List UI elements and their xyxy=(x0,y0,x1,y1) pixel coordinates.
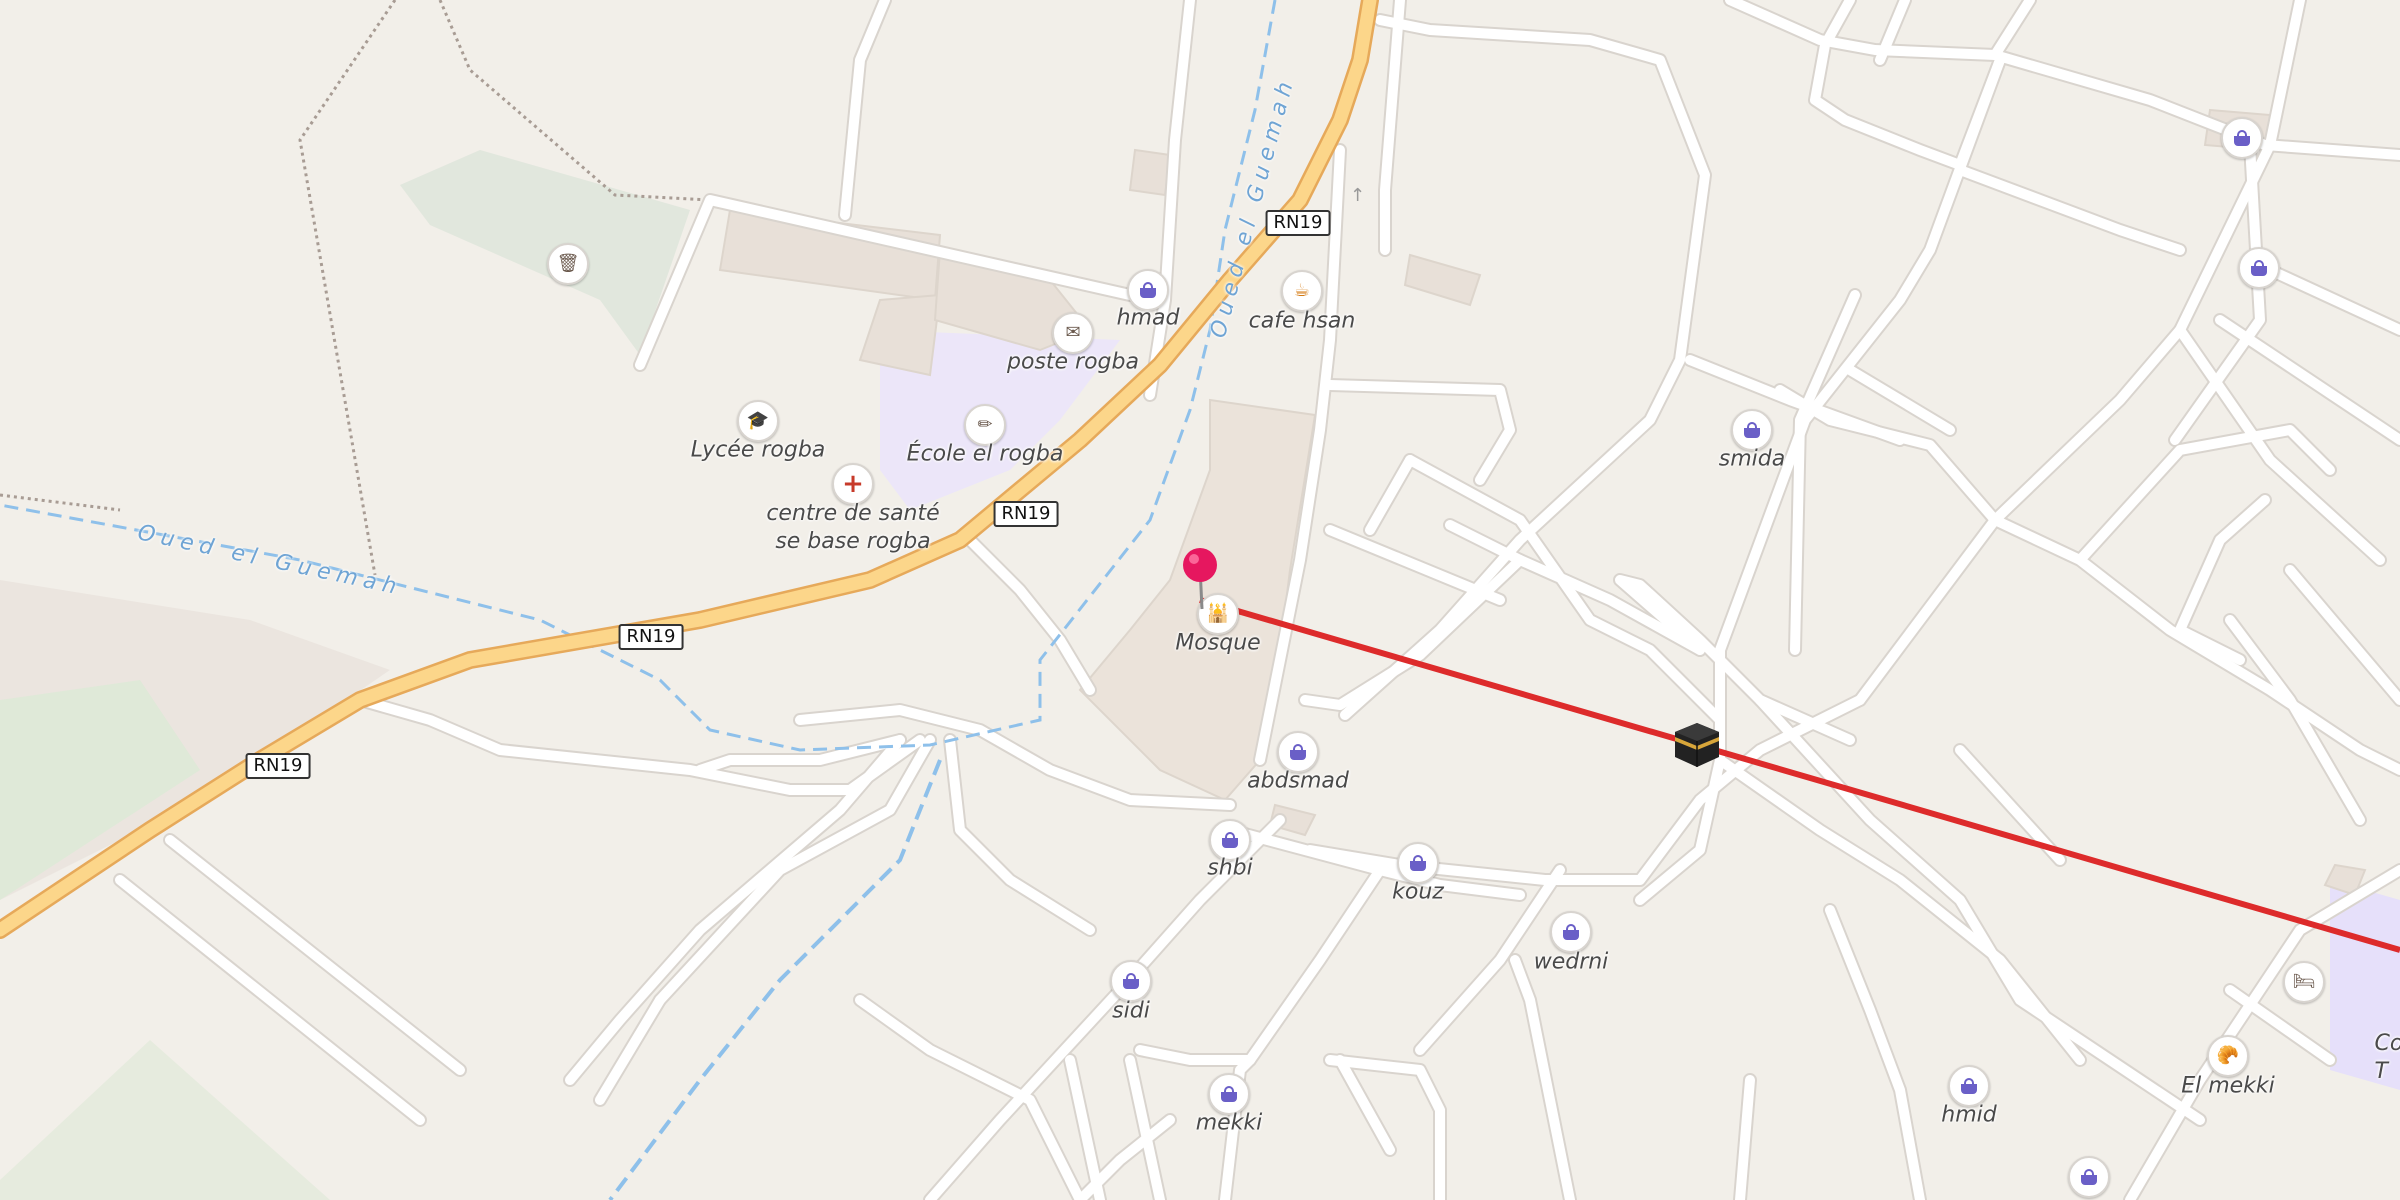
shop-sidi-icon[interactable] xyxy=(1110,960,1152,1002)
shop-shbi-label: shbi xyxy=(1207,855,1253,881)
basket-icon[interactable] xyxy=(2221,117,2263,159)
shop-smida-label: smida xyxy=(1718,446,1786,472)
centre-de-sante-label: centre de santé se base rogba xyxy=(766,501,940,554)
location-pin-icon[interactable] xyxy=(1180,545,1220,615)
building xyxy=(1128,148,1172,197)
map-view[interactable]: RN19 RN19 RN19 RN19 Oued el Guemah Oued … xyxy=(0,0,2400,1200)
ecole-el-rogba-label: École el rogba xyxy=(906,441,1064,467)
mosque-label: Mosque xyxy=(1175,630,1261,656)
shop-kouz-icon[interactable] xyxy=(1397,842,1439,884)
school-graduation-cap-icon[interactable]: 🎓 xyxy=(737,400,779,442)
health-red-cross-icon[interactable]: + xyxy=(832,463,874,505)
poste-rogba-label: poste rogba xyxy=(1007,349,1139,375)
shop-abdsmad-label: abdsmad xyxy=(1247,768,1349,794)
building xyxy=(858,293,942,377)
shop-hmad-label: hmad xyxy=(1116,305,1180,331)
building xyxy=(1403,253,1482,307)
cafe-hsan-label: cafe hsan xyxy=(1248,308,1356,334)
rn19-road xyxy=(0,0,1377,937)
kaaba-qibla-icon xyxy=(1675,723,1719,767)
road-shield-rn19: RN19 xyxy=(618,624,684,650)
college-label-partial: Col T xyxy=(2374,1031,2400,1084)
road-shield-rn19: RN19 xyxy=(1265,210,1331,236)
shop-wedrni-icon[interactable] xyxy=(1550,911,1592,953)
shop-kouz-label: kouz xyxy=(1392,879,1444,905)
shop-mekki-label: mekki xyxy=(1195,1110,1263,1136)
shop-wedrni-label: wedrni xyxy=(1533,949,1609,975)
shop-mekki-icon[interactable] xyxy=(1208,1073,1250,1115)
shop-hmid-label: hmid xyxy=(1941,1102,1997,1128)
road-shield-rn19: RN19 xyxy=(245,753,311,779)
lycee-rogba-label: Lycée rogba xyxy=(690,437,826,463)
bed-icon[interactable]: 🛏 xyxy=(2283,961,2325,1003)
park-area xyxy=(400,150,690,355)
bakery-croissant-icon[interactable]: 🥐 xyxy=(2207,1035,2249,1077)
basket-icon[interactable] xyxy=(2238,247,2280,289)
basket-icon[interactable] xyxy=(2068,1156,2110,1198)
bakery-el-mekki-label: El mekki xyxy=(2181,1073,2275,1099)
cafe-cup-icon[interactable]: ☕ xyxy=(1281,270,1323,312)
post-office-envelope-icon[interactable]: ✉ xyxy=(1052,312,1094,354)
oneway-arrow-icon: ↑ xyxy=(1350,185,1366,206)
school-ruler-pencil-icon[interactable]: ✏ xyxy=(964,404,1006,446)
shop-hmid-icon[interactable] xyxy=(1948,1065,1990,1107)
shop-abdsmad-icon[interactable] xyxy=(1277,731,1319,773)
shop-smida-icon[interactable] xyxy=(1731,409,1773,451)
road-shield-rn19: RN19 xyxy=(993,501,1059,527)
green-area-southwest xyxy=(0,1040,330,1200)
waste-basket-icon[interactable]: 🗑 xyxy=(547,243,589,285)
shop-sidi-label: sidi xyxy=(1112,998,1150,1024)
